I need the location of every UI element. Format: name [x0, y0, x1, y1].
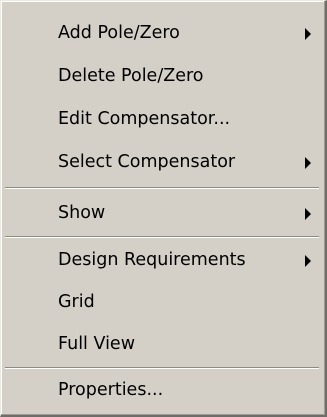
submenu-arrow-icon [305, 28, 311, 40]
menu-item-delete-pole-zero[interactable]: Delete Pole/Zero [4, 56, 321, 96]
menu-item-full-view[interactable]: Full View [4, 324, 321, 364]
menu-item-label: Edit Compensator... [58, 109, 231, 129]
menu-item-add-pole-zero[interactable]: Add Pole/Zero [4, 13, 321, 53]
submenu-arrow-icon [305, 208, 311, 220]
menu-item-label: Add Pole/Zero [58, 23, 180, 43]
menu-separator [5, 187, 319, 189]
menu-item-show[interactable]: Show [4, 193, 321, 233]
submenu-arrow-icon [305, 255, 311, 267]
menu-item-label: Show [58, 203, 106, 223]
menu-separator [5, 367, 319, 369]
context-menu: Add Pole/Zero Delete Pole/Zero Edit Comp… [0, 0, 327, 417]
submenu-arrow-icon [305, 157, 311, 169]
menu-item-edit-compensator[interactable]: Edit Compensator... [4, 99, 321, 139]
menu-item-design-requirements[interactable]: Design Requirements [4, 240, 321, 280]
menu-item-label: Grid [58, 292, 95, 312]
menu-item-label: Delete Pole/Zero [58, 66, 204, 86]
menu-item-label: Design Requirements [58, 250, 246, 270]
menu-item-properties[interactable]: Properties... [4, 370, 321, 410]
menu-item-label: Properties... [58, 380, 164, 400]
menu-separator [5, 236, 319, 238]
menu-item-grid[interactable]: Grid [4, 282, 321, 322]
menu-item-label: Select Compensator [58, 152, 236, 172]
menu-item-label: Full View [58, 334, 136, 354]
menu-item-select-compensator[interactable]: Select Compensator [4, 142, 321, 182]
